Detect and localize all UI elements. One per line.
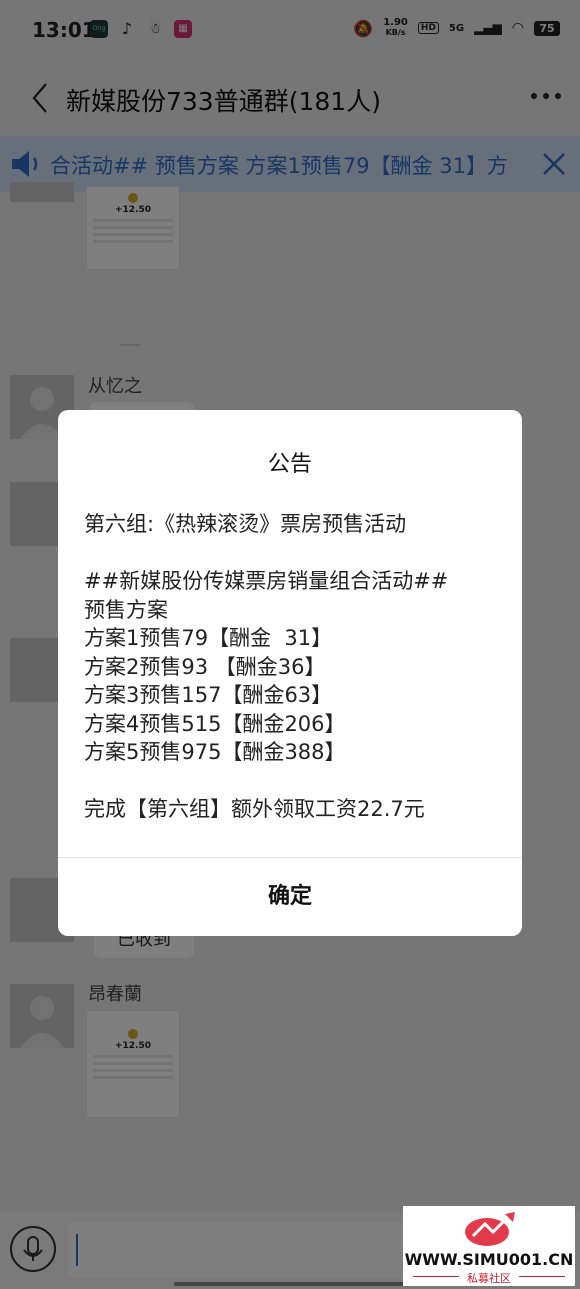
confirm-button[interactable]: 确定 bbox=[58, 858, 522, 936]
logo-icon bbox=[465, 1212, 515, 1246]
watermark-site: WWW.SIMU001.CN bbox=[404, 1250, 574, 1269]
announcement-dialog: 公告 第六组:《热辣滚烫》票房预售活动 ##新媒股份传媒票房销量组合活动## 预… bbox=[58, 410, 522, 936]
watermark: WWW.SIMU001.CN 私募社区 bbox=[403, 1206, 575, 1286]
dialog-title: 公告 bbox=[267, 452, 312, 477]
dialog-body: 第六组:《热辣滚烫》票房预售活动 ##新媒股份传媒票房销量组合活动## 预售方案… bbox=[84, 512, 449, 821]
watermark-sub: 私募社区 bbox=[467, 1272, 511, 1285]
